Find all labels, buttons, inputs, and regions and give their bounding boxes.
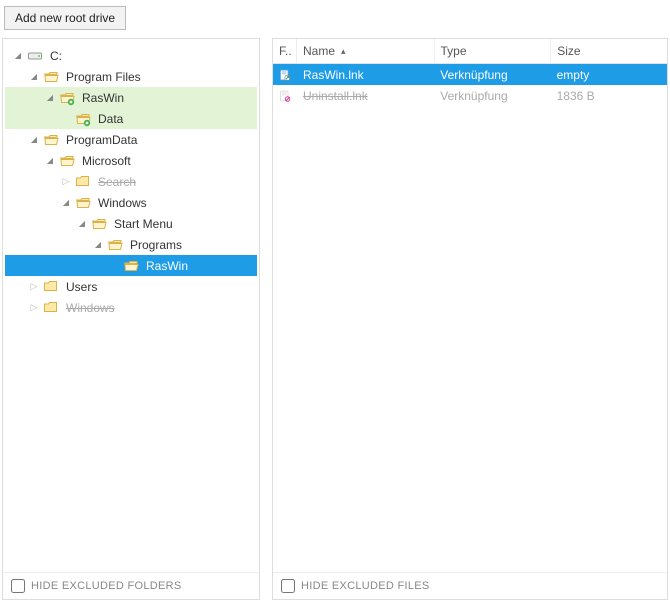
tree-node[interactable]: ◢ Windows xyxy=(5,192,257,213)
hide-excluded-folders-toggle[interactable]: HIDE EXCLUDED FOLDERS xyxy=(3,572,259,599)
tree-node[interactable]: ◢ RasWin xyxy=(5,87,257,108)
column-header-size[interactable]: Size xyxy=(551,39,667,63)
column-header-name[interactable]: Name xyxy=(297,39,435,63)
file-type: Verknüpfung xyxy=(434,68,550,82)
file-table-header: F.. Name Type Size xyxy=(273,39,667,64)
tree-node-label: Microsoft xyxy=(79,153,134,169)
file-row[interactable]: Uninstall.lnkVerknüpfung1836 B xyxy=(273,85,667,106)
file-table-body[interactable]: RasWin.lnkVerknüpfungemptyUninstall.lnkV… xyxy=(273,64,667,572)
tree-node-label: Users xyxy=(63,279,100,295)
shortcut-excluded-icon xyxy=(273,88,297,104)
tree-node-label: Windows xyxy=(63,300,118,316)
tree-node-label: Data xyxy=(95,111,126,127)
folder-icon xyxy=(43,300,59,316)
folder-open-icon xyxy=(43,132,59,148)
hide-excluded-files-checkbox[interactable] xyxy=(281,579,295,593)
folder-open-icon xyxy=(59,153,75,169)
folder-open-icon xyxy=(43,69,59,85)
collapse-icon[interactable]: ◢ xyxy=(27,70,41,84)
file-list-panel: F.. Name Type Size RasWin.lnkVerknüpfung… xyxy=(272,38,668,600)
folder-icon xyxy=(43,279,59,295)
tree-node[interactable]: ◢ Microsoft xyxy=(5,150,257,171)
drive-icon xyxy=(27,48,43,64)
folder-open-icon xyxy=(123,258,139,274)
folder-open-icon xyxy=(75,195,91,211)
file-name: Uninstall.lnk xyxy=(297,89,434,103)
tree-node-label: ProgramData xyxy=(63,132,140,148)
file-name: RasWin.lnk xyxy=(297,68,434,82)
tree-toggle-spacer xyxy=(59,112,73,126)
tree-node-label: Programs xyxy=(127,237,185,253)
collapse-icon[interactable]: ◢ xyxy=(11,49,25,63)
add-root-drive-button[interactable]: Add new root drive xyxy=(4,6,126,30)
file-size: 1836 B xyxy=(551,89,667,103)
file-row[interactable]: RasWin.lnkVerknüpfungempty xyxy=(273,64,667,85)
toolbar: Add new root drive xyxy=(0,0,670,36)
expand-icon[interactable]: ▷ xyxy=(27,301,41,315)
tree-node[interactable]: RasWin xyxy=(5,255,257,276)
folder-added-icon xyxy=(75,111,91,127)
tree-node[interactable]: ▷ Search xyxy=(5,171,257,192)
collapse-icon[interactable]: ◢ xyxy=(43,154,57,168)
collapse-icon[interactable]: ◢ xyxy=(27,133,41,147)
tree-node[interactable]: ◢ ProgramData xyxy=(5,129,257,150)
tree-node-label: Program Files xyxy=(63,69,144,85)
column-header-type[interactable]: Type xyxy=(435,39,552,63)
file-type: Verknüpfung xyxy=(434,89,550,103)
tree-toggle-spacer xyxy=(107,259,121,273)
collapse-icon[interactable]: ◢ xyxy=(91,238,105,252)
folder-tree[interactable]: ◢ C: ◢ Program Files ◢ RasWin Data ◢ ProgramData… xyxy=(3,39,259,572)
tree-node-label: RasWin xyxy=(79,90,127,106)
folder-open-icon xyxy=(91,216,107,232)
file-size: empty xyxy=(551,68,667,82)
collapse-icon[interactable]: ◢ xyxy=(43,91,57,105)
tree-node[interactable]: ◢ C: xyxy=(5,45,257,66)
tree-node[interactable]: Data xyxy=(5,108,257,129)
tree-node-label: Windows xyxy=(95,195,150,211)
collapse-icon[interactable]: ◢ xyxy=(59,196,73,210)
folder-tree-panel: ◢ C: ◢ Program Files ◢ RasWin Data ◢ ProgramData… xyxy=(2,38,260,600)
folder-added-icon xyxy=(59,90,75,106)
tree-node[interactable]: ◢ Program Files xyxy=(5,66,257,87)
tree-node[interactable]: ▷ Users xyxy=(5,276,257,297)
hide-excluded-files-label: HIDE EXCLUDED FILES xyxy=(301,580,430,592)
tree-node[interactable]: ▷ Windows xyxy=(5,297,257,318)
tree-node-label: RasWin xyxy=(143,258,191,274)
collapse-icon[interactable]: ◢ xyxy=(75,217,89,231)
folder-open-icon xyxy=(107,237,123,253)
folder-icon xyxy=(75,174,91,190)
hide-excluded-files-toggle[interactable]: HIDE EXCLUDED FILES xyxy=(273,572,667,599)
expand-icon[interactable]: ▷ xyxy=(27,280,41,294)
panels: ◢ C: ◢ Program Files ◢ RasWin Data ◢ ProgramData… xyxy=(0,36,670,600)
hide-excluded-folders-label: HIDE EXCLUDED FOLDERS xyxy=(31,580,182,592)
column-header-filter[interactable]: F.. xyxy=(273,39,297,63)
tree-node-label: C: xyxy=(47,48,65,64)
expand-icon[interactable]: ▷ xyxy=(59,175,73,189)
tree-node-label: Start Menu xyxy=(111,216,176,232)
tree-node[interactable]: ◢ Start Menu xyxy=(5,213,257,234)
tree-node[interactable]: ◢ Programs xyxy=(5,234,257,255)
tree-node-label: Search xyxy=(95,174,139,190)
hide-excluded-folders-checkbox[interactable] xyxy=(11,579,25,593)
shortcut-icon xyxy=(273,67,297,83)
